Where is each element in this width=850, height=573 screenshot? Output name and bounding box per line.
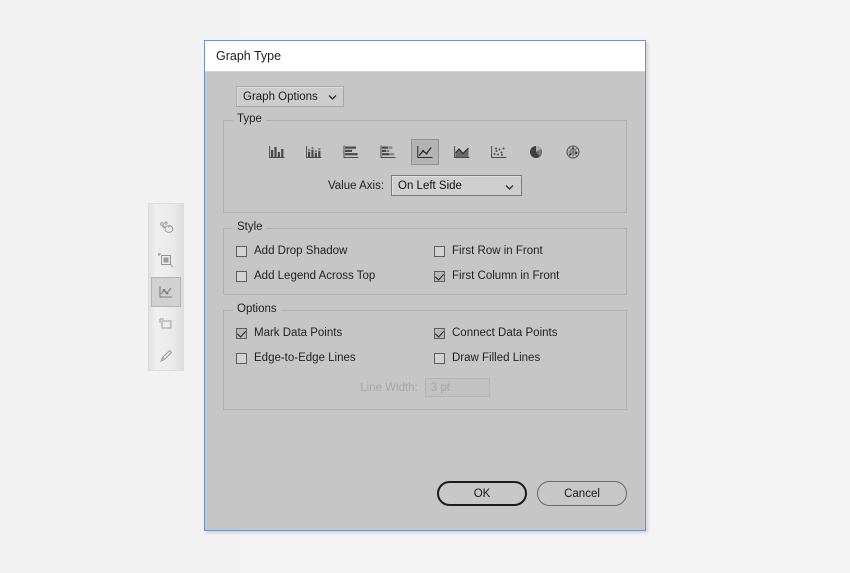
dialog-body: Graph Options Type Value Axis: On Left S… <box>205 72 645 530</box>
scatter-graph-icon[interactable] <box>485 139 513 165</box>
checkbox-box[interactable] <box>434 327 445 339</box>
column-graph-tool-icon[interactable] <box>151 245 181 275</box>
checkbox-box[interactable] <box>236 327 247 339</box>
type-group-legend: Type <box>233 113 266 125</box>
checkbox-draw-filled-lines[interactable]: Draw Filled Lines <box>434 352 614 364</box>
radar-graph-icon[interactable] <box>559 139 587 165</box>
chevron-down-icon <box>328 92 337 104</box>
area-graph-icon[interactable] <box>448 139 476 165</box>
dialog-footer: OK Cancel <box>437 481 627 506</box>
checkbox-label: Edge-to-Edge Lines <box>254 352 356 364</box>
graph-type-button-row <box>236 139 614 165</box>
checkbox-label: Connect Data Points <box>452 327 558 339</box>
graph-options-select[interactable]: Graph Options <box>236 86 344 107</box>
checkbox-add-drop-shadow[interactable]: Add Drop Shadow <box>236 245 434 257</box>
symbol-sprayer-tool-icon[interactable] <box>151 213 181 243</box>
line-graph-tool-icon[interactable] <box>151 277 181 307</box>
type-group: Type Value Axis: On Left Side <box>223 113 627 213</box>
style-group-legend: Style <box>233 221 267 233</box>
dialog-titlebar: Graph Type <box>205 41 645 72</box>
stacked-bar-graph-icon[interactable] <box>374 139 402 165</box>
checkbox-box[interactable] <box>434 245 445 257</box>
checkbox-box[interactable] <box>236 245 247 257</box>
style-checkbox-grid: Add Drop Shadow First Row in Front Add L… <box>236 245 614 282</box>
value-axis-select-value: On Left Side <box>398 179 462 192</box>
stacked-column-graph-icon[interactable] <box>300 139 328 165</box>
graph-options-select-wrap: Graph Options <box>236 86 344 107</box>
options-group-legend: Options <box>233 303 281 315</box>
value-axis-select[interactable]: On Left Side <box>391 175 523 196</box>
line-width-value: 3 pt <box>430 381 450 394</box>
tool-panel <box>148 203 184 371</box>
checkbox-label: First Row in Front <box>452 245 543 257</box>
line-width-row: Line Width: 3 pt <box>236 378 614 397</box>
chevron-down-icon <box>505 182 514 194</box>
options-checkbox-grid: Mark Data Points Connect Data Points Edg… <box>236 327 614 364</box>
graph-type-dialog: Graph Type Graph Options Type Value Axis… <box>204 40 646 531</box>
value-axis-row: Value Axis: On Left Side <box>236 175 614 196</box>
checkbox-box[interactable] <box>434 270 445 282</box>
bar-graph-icon[interactable] <box>337 139 365 165</box>
line-graph-icon[interactable] <box>411 139 439 165</box>
column-graph-icon[interactable] <box>263 139 291 165</box>
dialog-title: Graph Type <box>216 49 282 63</box>
checkbox-label: Add Legend Across Top <box>254 270 376 282</box>
checkbox-box[interactable] <box>236 352 247 364</box>
ok-button[interactable]: OK <box>437 481 527 506</box>
line-width-input: 3 pt <box>424 378 490 397</box>
value-axis-label: Value Axis: <box>327 179 385 192</box>
checkbox-add-legend-across-top[interactable]: Add Legend Across Top <box>236 270 434 282</box>
pie-graph-icon[interactable] <box>522 139 550 165</box>
line-width-label: Line Width: <box>360 381 418 394</box>
checkbox-label: Add Drop Shadow <box>254 245 348 257</box>
style-group: Style Add Drop Shadow First Row in Front… <box>223 221 627 295</box>
checkbox-box[interactable] <box>434 352 445 364</box>
slice-tool-icon[interactable] <box>151 341 181 371</box>
checkbox-first-column-in-front[interactable]: First Column in Front <box>434 270 614 282</box>
checkbox-connect-data-points[interactable]: Connect Data Points <box>434 327 614 339</box>
checkbox-edge-to-edge-lines[interactable]: Edge-to-Edge Lines <box>236 352 434 364</box>
checkbox-label: Draw Filled Lines <box>452 352 541 364</box>
cancel-button[interactable]: Cancel <box>537 481 627 506</box>
checkbox-label: First Column in Front <box>452 270 560 282</box>
graph-options-select-value: Graph Options <box>243 90 318 103</box>
artboard-tool-icon[interactable] <box>151 309 181 339</box>
checkbox-label: Mark Data Points <box>254 327 343 339</box>
checkbox-mark-data-points[interactable]: Mark Data Points <box>236 327 434 339</box>
checkbox-box[interactable] <box>236 270 247 282</box>
checkbox-first-row-in-front[interactable]: First Row in Front <box>434 245 614 257</box>
options-group: Options Mark Data Points Connect Data Po… <box>223 303 627 410</box>
